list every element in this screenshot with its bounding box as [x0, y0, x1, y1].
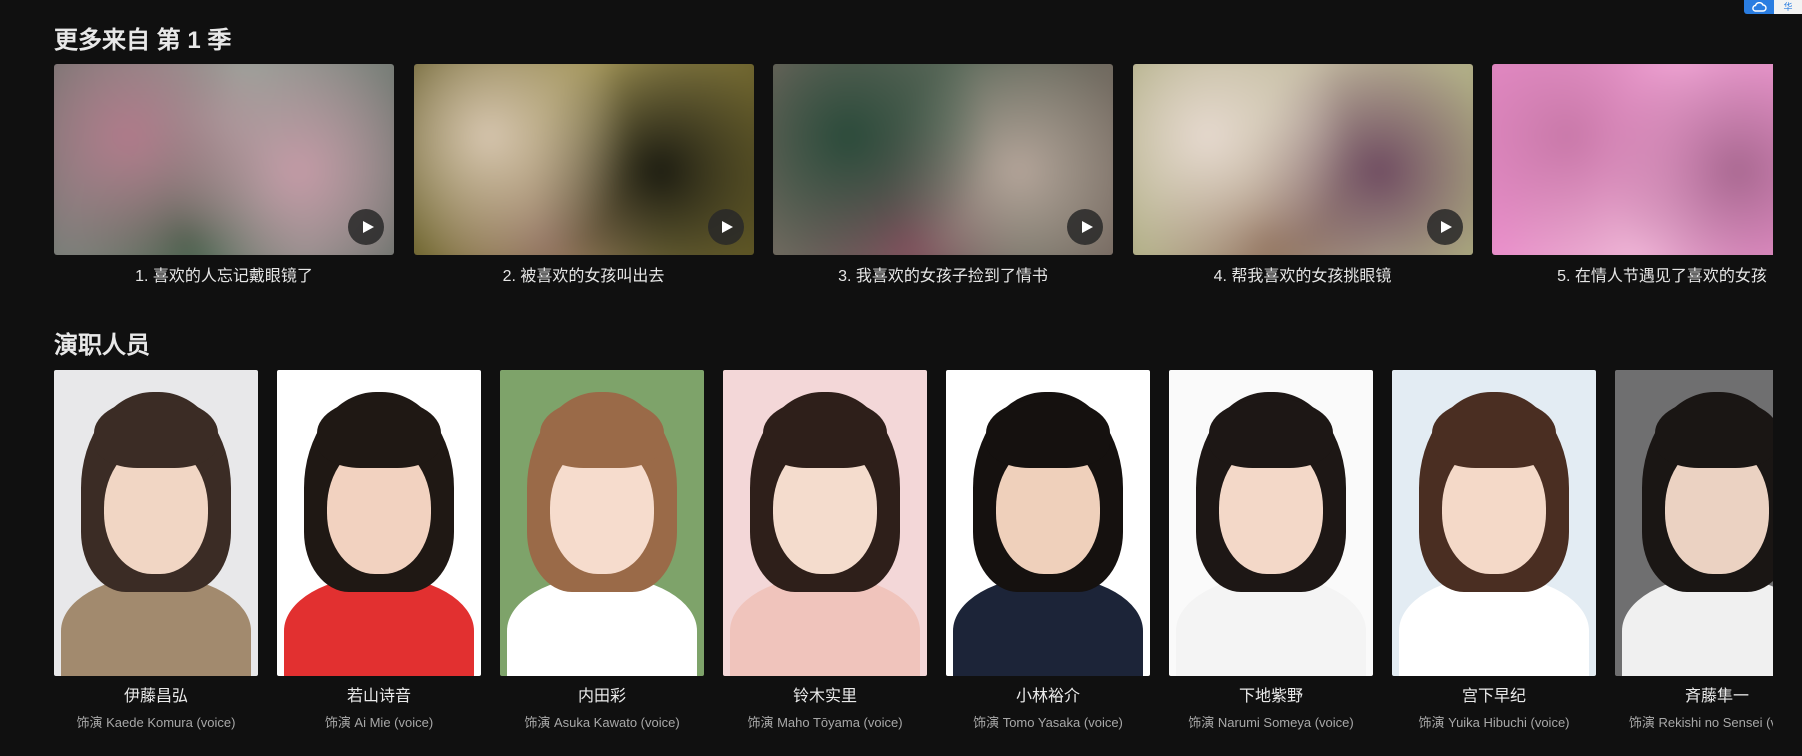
blurred-preview-image — [1492, 64, 1773, 255]
cast-name[interactable]: 斉藤隼一 — [1615, 682, 1773, 706]
episode-thumbnail[interactable] — [1132, 64, 1473, 255]
cast-role: 饰演 Ai Mie (voice) — [324, 715, 434, 730]
episode-card[interactable]: 5. 在情人节遇见了喜欢的女孩 — [1492, 64, 1773, 286]
cast-role: 饰演 Maho Tōyama (voice) — [747, 715, 903, 730]
episodes-section-title: 更多来自 第 1 季 — [54, 27, 232, 54]
cast-card[interactable]: 宫下早纪饰演 Yuika Hibuchi (voice) — [1392, 370, 1596, 730]
portrait-fringe — [763, 398, 887, 468]
cast-name[interactable]: 铃木实里 — [723, 682, 927, 706]
blurred-preview-image — [773, 64, 1113, 255]
side-tab[interactable]: 华 — [1774, 0, 1802, 14]
cast-name[interactable]: 宫下早纪 — [1392, 682, 1596, 706]
play-icon — [1441, 221, 1452, 233]
cast-section-title: 演职人员 — [54, 332, 150, 359]
cast-name[interactable]: 若山诗音 — [277, 682, 481, 706]
cast-name[interactable]: 下地紫野 — [1169, 682, 1373, 706]
cast-card[interactable]: 斉藤隼一饰演 Rekishi no Sensei (voice) — [1615, 370, 1773, 730]
episode-card[interactable]: 2. 被喜欢的女孩叫出去 — [413, 64, 754, 286]
play-button[interactable] — [707, 209, 744, 245]
cast-card[interactable]: 铃木实里饰演 Maho Tōyama (voice) — [723, 370, 927, 730]
portrait-fringe — [986, 398, 1110, 468]
play-icon — [362, 221, 374, 233]
cloud-widget[interactable]: 华 — [1744, 0, 1802, 14]
cast-row: 伊藤昌弘 饰演 Kaede Komura (voice) 若山诗音 饰演 Ai Mie… — [54, 370, 1773, 730]
cast-photo[interactable] — [1169, 370, 1373, 676]
portrait-fringe — [317, 398, 441, 468]
portrait-fringe — [94, 398, 218, 468]
cast-role: 饰演 Tomo Yasaka (voice) — [973, 715, 1123, 730]
episode-card[interactable]: 1. 喜欢的人忘记戴眼镜了 — [54, 64, 394, 286]
play-icon — [722, 221, 733, 233]
episode-title[interactable]: 2. 被喜欢的女孩叫出去 — [414, 262, 754, 286]
cast-card[interactable]: 内田彩饰演 Asuka Kawato (voice) — [500, 370, 704, 730]
episode-title[interactable]: 4. 帮我喜欢的女孩挑眼镜 — [1133, 262, 1473, 286]
cast-role: 饰演 Asuka Kawato (voice) — [524, 715, 680, 730]
episode-card[interactable]: 3. 我喜欢的女孩子捡到了情书 — [773, 64, 1113, 286]
cast-photo[interactable] — [500, 370, 704, 676]
episodes-row: 1. 喜欢的人忘记戴眼镜了 2. 被喜欢的女孩叫出去 3. 我喜欢的女孩子捡到了情书… — [54, 64, 1773, 289]
cast-role: 饰演 Kaede Komura (voice) — [76, 715, 236, 730]
episode-thumbnail[interactable] — [413, 64, 754, 255]
cast-card[interactable]: 若山诗音饰演 Ai Mie (voice) — [277, 370, 481, 730]
cast-name[interactable]: 伊藤昌弘 — [54, 682, 258, 706]
cloud-icon[interactable] — [1744, 0, 1774, 14]
cast-role: 饰演 Yuika Hibuchi (voice) — [1418, 715, 1570, 730]
cast-photo[interactable] — [1615, 370, 1773, 676]
episode-title[interactable]: 1. 喜欢的人忘记戴眼镜了 — [54, 262, 394, 286]
cast-photo[interactable] — [723, 370, 927, 676]
play-icon — [1081, 221, 1093, 233]
play-button[interactable] — [348, 209, 384, 245]
blurred-preview-image — [413, 64, 754, 255]
episode-card[interactable]: 4. 帮我喜欢的女孩挑眼镜 — [1132, 64, 1473, 286]
cast-name[interactable]: 小林裕介 — [946, 682, 1150, 706]
cast-card[interactable]: 伊藤昌弘饰演 Kaede Komura (voice) — [54, 370, 258, 730]
blurred-preview-image — [1132, 64, 1473, 255]
cast-card[interactable]: 下地紫野饰演 Narumi Someya (voice) — [1169, 370, 1373, 730]
cast-photo[interactable] — [1392, 370, 1596, 676]
episode-title[interactable]: 3. 我喜欢的女孩子捡到了情书 — [773, 262, 1113, 286]
cast-role: 饰演 Rekishi no Sensei (voice) — [1628, 715, 1773, 730]
play-button[interactable] — [1067, 209, 1103, 245]
episode-title[interactable]: 5. 在情人节遇见了喜欢的女孩 — [1492, 262, 1773, 286]
portrait-fringe — [1655, 398, 1773, 468]
episode-thumbnail[interactable] — [1492, 64, 1773, 255]
cast-name[interactable]: 内田彩 — [500, 682, 704, 706]
cast-photo[interactable] — [277, 370, 481, 676]
portrait-fringe — [1432, 398, 1556, 468]
episode-thumbnail[interactable] — [54, 64, 394, 255]
blurred-preview-image — [54, 64, 394, 255]
portrait-fringe — [540, 398, 664, 468]
cast-photo[interactable] — [54, 370, 258, 676]
episode-thumbnail[interactable] — [773, 64, 1113, 255]
cast-photo[interactable] — [946, 370, 1150, 676]
play-button[interactable] — [1426, 209, 1463, 245]
portrait-fringe — [1209, 398, 1333, 468]
cast-card[interactable]: 小林裕介饰演 Tomo Yasaka (voice) — [946, 370, 1150, 730]
cast-role: 饰演 Narumi Someya (voice) — [1188, 715, 1354, 730]
